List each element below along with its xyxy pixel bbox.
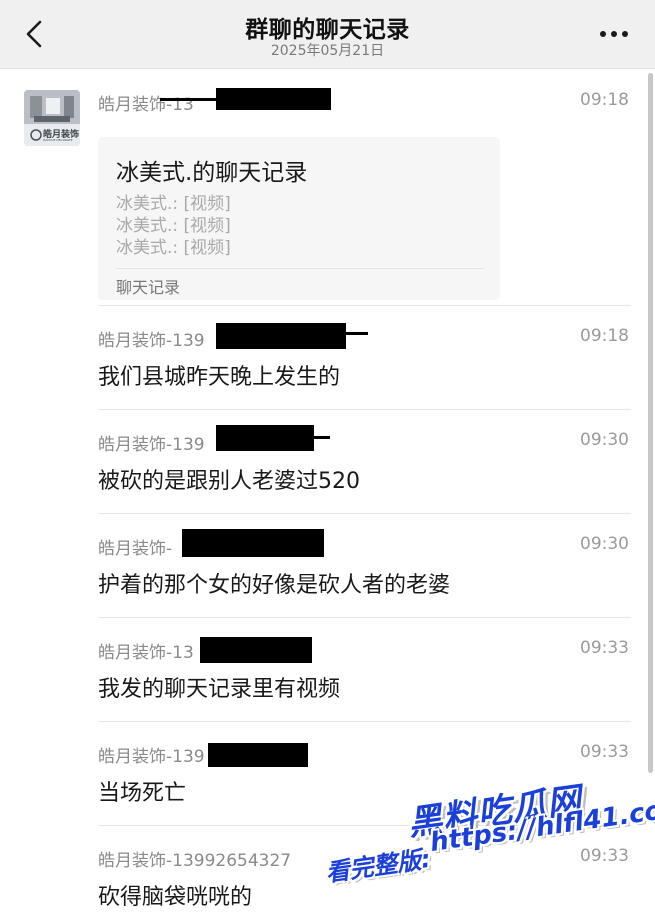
redaction-bar — [200, 637, 312, 663]
chat-message: 皓月装饰-139 09:18 我们县城昨天晚上发生的 — [98, 305, 631, 409]
sender-name: 皓月装饰- — [98, 539, 173, 559]
avatar-brand-sub: HAOYUE DECORATE — [43, 138, 73, 142]
redaction-stroke — [308, 436, 330, 439]
message-text: 被砍的是跟别人老婆过520 — [98, 469, 360, 494]
redaction-stroke — [336, 332, 368, 335]
card-divider — [116, 268, 484, 269]
redaction-bar — [208, 743, 308, 767]
message-text: 当场死亡 — [98, 781, 187, 806]
redaction-bar — [216, 425, 314, 451]
message-text: 我们县城昨天晚上发生的 — [98, 365, 341, 390]
message-time: 09:30 — [580, 534, 629, 554]
message-time: 09:18 — [580, 90, 629, 110]
card-footer-label: 聊天记录 — [116, 278, 181, 297]
chat-message: 皓月装饰- 09:30 护着的那个女的好像是砍人者的老婆 — [98, 513, 631, 617]
more-options-icon[interactable] — [599, 30, 629, 38]
sender-name: 皓月装饰-139 — [98, 331, 205, 351]
chat-message: 皓月装饰-13 09:33 我发的聊天记录里有视频 — [98, 617, 631, 721]
message-time: 09:18 — [580, 326, 629, 346]
sender-name: 皓月装饰-139 — [98, 747, 205, 767]
message-text: 护着的那个女的好像是砍人者的老婆 — [98, 573, 451, 598]
sender-avatar[interactable]: 皓月装饰 HAOYUE DECORATE — [24, 90, 80, 146]
page-title: 群聊的聊天记录 — [245, 17, 410, 43]
sender-name: 皓月装饰-13 — [98, 643, 194, 663]
chat-message: 皓月装饰-139 09:30 被砍的是跟别人老婆过520 — [98, 409, 631, 513]
message-text: 我发的聊天记录里有视频 — [98, 677, 341, 702]
message-time: 09:33 — [580, 846, 629, 866]
message-text: 砍得脑袋咣咣的 — [98, 885, 253, 910]
sender-name: 皓月装饰-13992654327 — [98, 851, 292, 871]
redaction-bar — [216, 88, 331, 110]
message-time: 09:30 — [580, 430, 629, 450]
card-title: 冰美式.的聊天记录 — [116, 160, 308, 186]
redaction-bar — [216, 323, 346, 349]
chat-record-list[interactable]: 皓月装饰 HAOYUE DECORATE 皓月装饰-13 09:18 冰美式.的… — [0, 69, 655, 920]
sender-name: 皓月装饰-13 — [98, 95, 194, 115]
nav-header: 群聊的聊天记录 2025年05月21日 — [0, 0, 655, 69]
chat-message: 皓月装饰-13992654327 09:33 砍得脑袋咣咣的 — [98, 825, 631, 920]
card-preview-line: 冰美式.: [视频] — [116, 238, 231, 258]
redaction-stroke — [160, 98, 220, 101]
message-time: 09:33 — [580, 638, 629, 658]
message-time: 09:33 — [580, 742, 629, 762]
chat-message: 皓月装饰-13 09:18 冰美式.的聊天记录 冰美式.: [视频] 冰美式.:… — [98, 87, 631, 301]
scrollbar[interactable] — [648, 73, 653, 773]
redaction-bar — [182, 529, 324, 557]
sender-name: 皓月装饰-139 — [98, 435, 205, 455]
page-date: 2025年05月21日 — [270, 43, 385, 59]
chat-message: 皓月装饰-139 09:33 当场死亡 — [98, 721, 631, 825]
forwarded-chat-record-card[interactable]: 冰美式.的聊天记录 冰美式.: [视频] 冰美式.: [视频] 冰美式.: [视… — [98, 137, 500, 300]
